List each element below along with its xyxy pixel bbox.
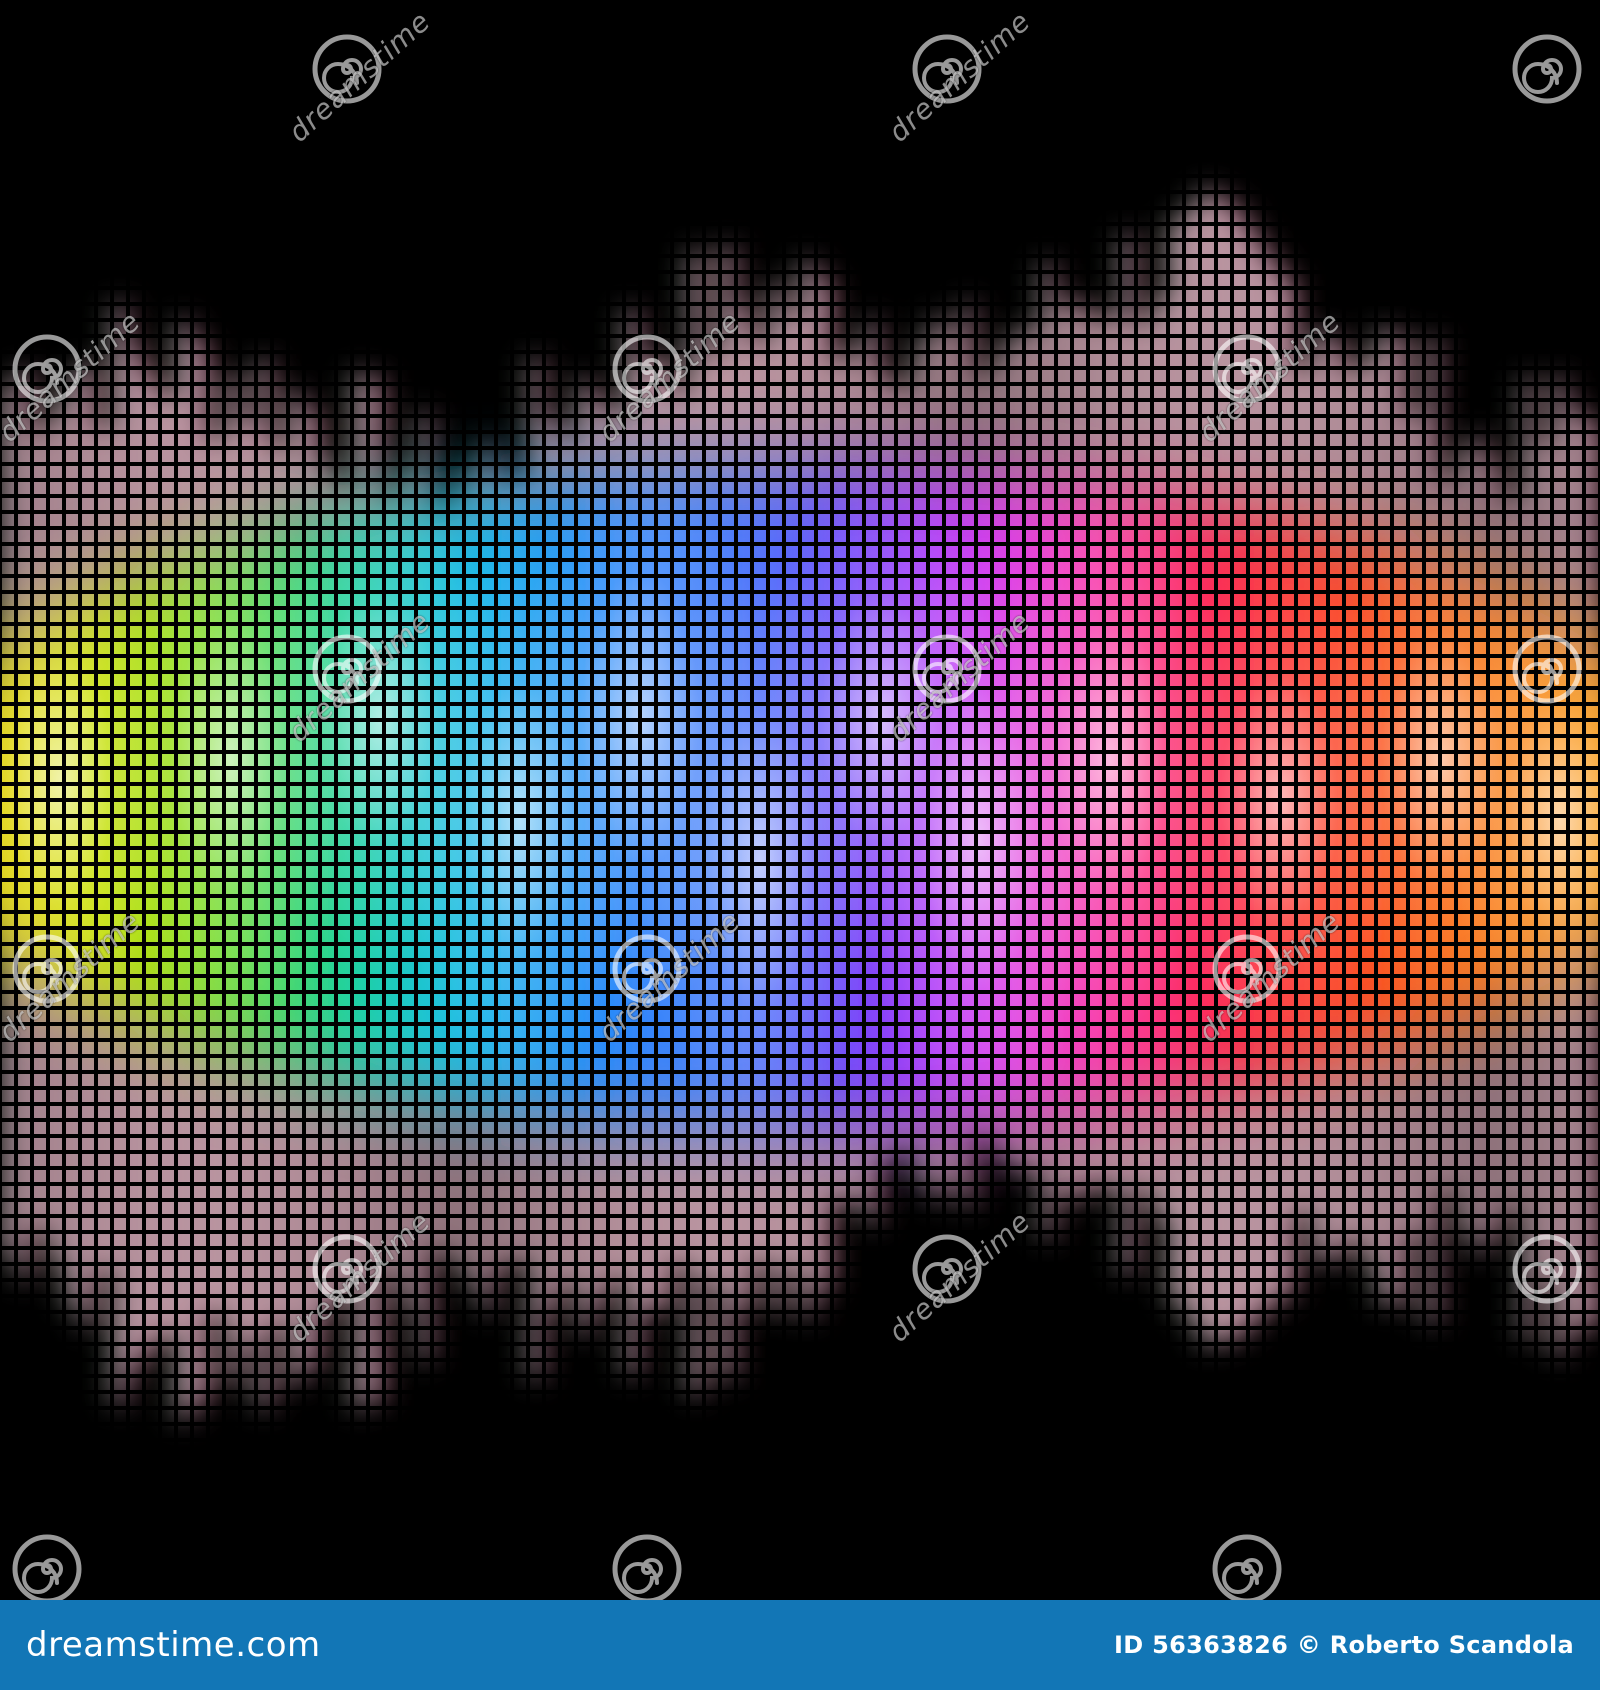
image-credit: ID 56363826 © Roberto Scandola bbox=[1114, 1631, 1574, 1659]
stock-image: dreamstime dreamstime dreamstime dreamstime… bbox=[0, 0, 1600, 1690]
brand-name: dreamstime.com bbox=[26, 1625, 321, 1665]
footer-bar: dreamstime.com ID 56363826 © Roberto Sca… bbox=[0, 1600, 1600, 1690]
spectrum-art bbox=[0, 0, 1600, 1600]
footer-brand[interactable]: dreamstime.com bbox=[26, 1625, 321, 1665]
spectrum-equalizer bbox=[0, 0, 1600, 1600]
